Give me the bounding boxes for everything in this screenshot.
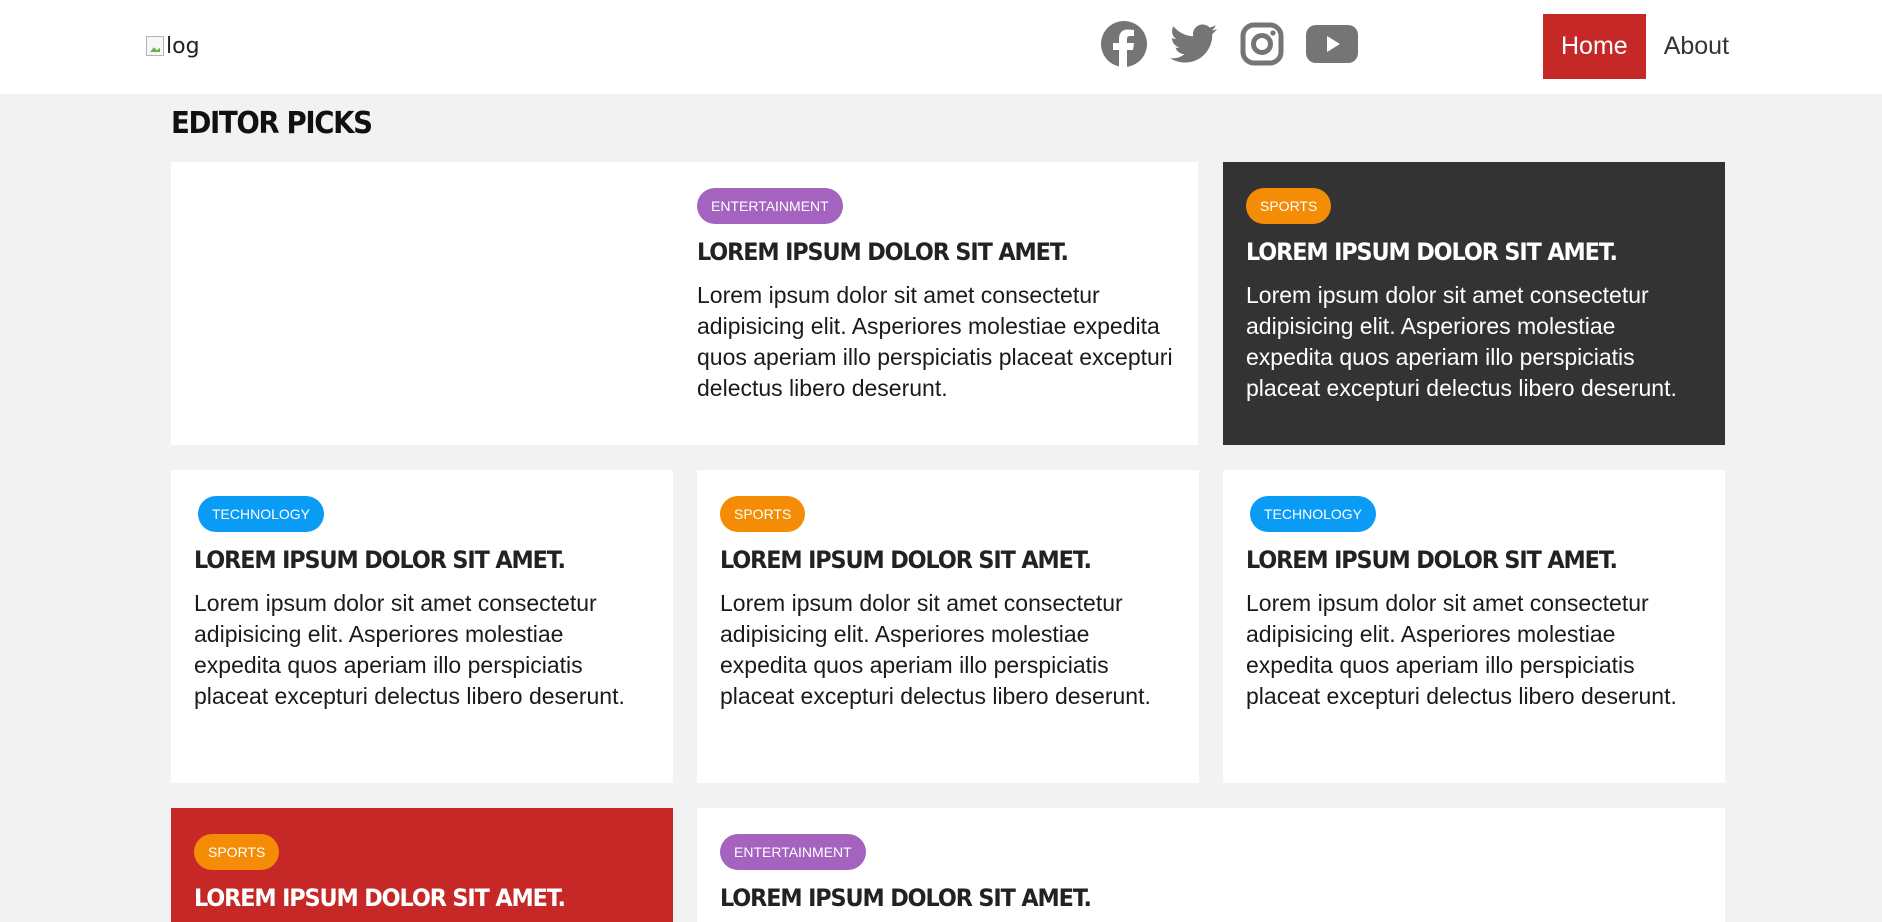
instagram-icon[interactable] <box>1240 22 1284 71</box>
main-nav: Home About <box>1543 14 1747 79</box>
card-text: Lorem ipsum dolor sit amet consectetur a… <box>697 282 1173 401</box>
category-badge[interactable]: SPORTS <box>1246 188 1332 224</box>
article-card[interactable]: TECHNOLOGY LOREM IPSUM DOLOR SIT AMET. L… <box>171 470 673 783</box>
article-card[interactable]: SPORTS LOREM IPSUM DOLOR SIT AMET. <box>171 808 673 922</box>
category-badge[interactable]: SPORTS <box>720 496 806 532</box>
article-card[interactable]: SPORTS LOREM IPSUM DOLOR SIT AMET. Lorem… <box>1223 162 1725 445</box>
article-card-wide[interactable]: ENTERTAINMENT LOREM IPSUM DOLOR SIT AMET… <box>697 808 1725 922</box>
broken-image-icon <box>146 36 164 56</box>
youtube-icon[interactable] <box>1306 24 1358 68</box>
article-card[interactable]: SPORTS LOREM IPSUM DOLOR SIT AMET. Lorem… <box>697 470 1199 783</box>
card-text: Lorem ipsum dolor sit amet consectetur a… <box>720 590 1151 709</box>
card-title[interactable]: LOREM IPSUM DOLOR SIT AMET. <box>720 884 1636 912</box>
site-logo[interactable]: log <box>146 32 200 60</box>
nav-home[interactable]: Home <box>1543 14 1646 79</box>
card-text: Lorem ipsum dolor sit amet consectetur a… <box>1246 282 1677 401</box>
card-title[interactable]: LOREM IPSUM DOLOR SIT AMET. <box>194 884 621 912</box>
nav-about[interactable]: About <box>1646 14 1747 79</box>
card-title[interactable]: LOREM IPSUM DOLOR SIT AMET. <box>697 238 1144 266</box>
card-title[interactable]: LOREM IPSUM DOLOR SIT AMET. <box>194 546 621 574</box>
category-badge[interactable]: SPORTS <box>194 834 280 870</box>
category-badge[interactable]: TECHNOLOGY <box>198 496 325 532</box>
card-title[interactable]: LOREM IPSUM DOLOR SIT AMET. <box>1246 238 1673 266</box>
card-title[interactable]: LOREM IPSUM DOLOR SIT AMET. <box>1246 546 1673 574</box>
article-card[interactable]: TECHNOLOGY LOREM IPSUM DOLOR SIT AMET. L… <box>1223 470 1725 783</box>
card-title[interactable]: LOREM IPSUM DOLOR SIT AMET. <box>720 546 1147 574</box>
category-badge[interactable]: ENTERTAINMENT <box>697 188 843 224</box>
card-image-placeholder <box>171 162 671 445</box>
twitter-icon[interactable] <box>1170 23 1218 70</box>
featured-card[interactable]: ENTERTAINMENT LOREM IPSUM DOLOR SIT AMET… <box>171 162 1198 445</box>
category-badge[interactable]: TECHNOLOGY <box>1250 496 1377 532</box>
logo-alt-text: log <box>166 33 200 59</box>
site-header: log Home About <box>0 0 1882 94</box>
card-text: Lorem ipsum dolor sit amet consectetur a… <box>1246 590 1677 709</box>
section-title: EDITOR PICKS <box>171 106 373 141</box>
facebook-icon[interactable] <box>1100 20 1148 73</box>
category-badge[interactable]: ENTERTAINMENT <box>720 834 866 870</box>
card-text: Lorem ipsum dolor sit amet consectetur a… <box>194 590 625 709</box>
social-links <box>1100 20 1358 72</box>
